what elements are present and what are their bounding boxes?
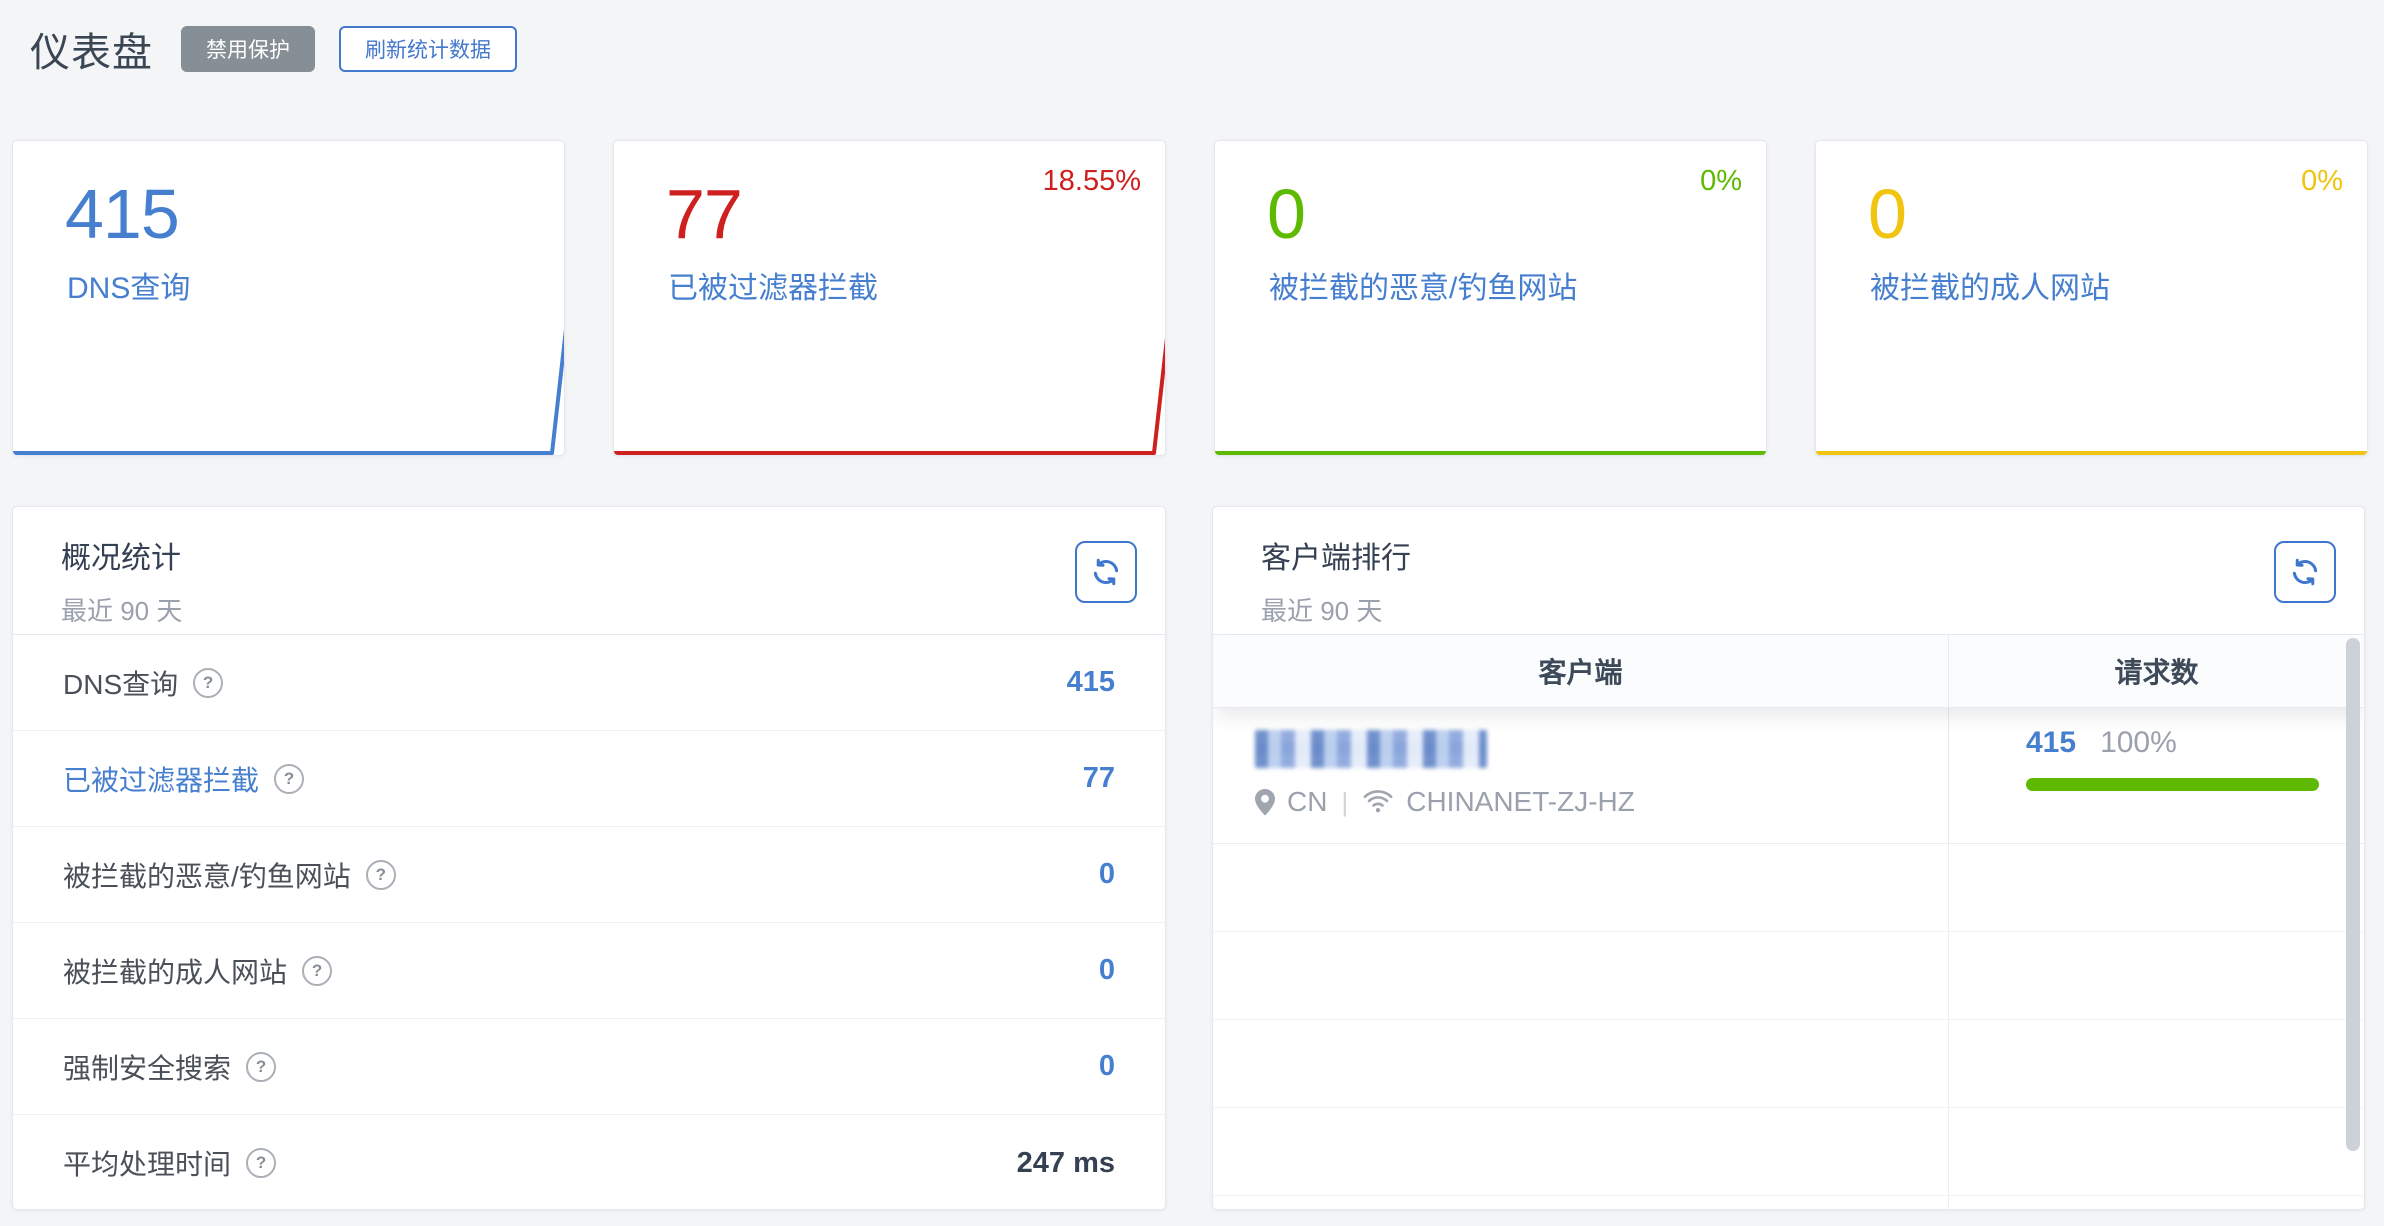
stat-label: DNS查询 — [63, 663, 178, 703]
card-blocked-by-filters: 77 18.55% 已被过滤器拦截 — [613, 140, 1166, 456]
stat-label: 强制安全搜索 — [63, 1047, 231, 1087]
stat-row-blocked-malware: 被拦截的恶意/钓鱼网站 ? 0 — [13, 827, 1165, 923]
help-icon[interactable]: ? — [246, 1148, 276, 1178]
panel-title: 客户端排行 — [1261, 533, 2364, 577]
dashboard-page: 仪表盘 禁用保护 刷新统计数据 415 DNS查询 77 18.55% 已被过滤… — [0, 0, 2384, 1226]
disable-protection-button[interactable]: 禁用保护 — [181, 26, 315, 72]
meta-separator: | — [1339, 787, 1350, 818]
card-label[interactable]: 已被过滤器拦截 — [668, 263, 878, 307]
client-cell: CN | CHINANET-ZJ-HZ — [1213, 708, 1949, 843]
help-icon[interactable]: ? — [246, 1052, 276, 1082]
card-value: 77 — [666, 179, 742, 249]
card-percent: 0% — [1700, 165, 1742, 198]
card-label[interactable]: 被拦截的恶意/钓鱼网站 — [1269, 263, 1577, 307]
client-table-row: CN | CHINANET-ZJ-HZ 415 100% — [1213, 708, 2364, 844]
card-dns-queries: 415 DNS查询 — [12, 140, 565, 456]
client-country: CN — [1287, 786, 1327, 818]
requests-line: 415 100% — [2026, 726, 2319, 760]
stat-row-blocked-by-filters: 已被过滤器拦截 ? 77 — [13, 731, 1165, 827]
panel-header: 概况统计 最近 90 天 — [13, 507, 1165, 635]
stat-label: 被拦截的成人网站 — [63, 951, 287, 991]
empty-cell — [1213, 844, 1949, 931]
wifi-icon — [1362, 790, 1394, 814]
empty-cell — [1213, 1108, 1949, 1195]
location-pin-icon — [1255, 789, 1275, 816]
client-network: CHINANET-ZJ-HZ — [1406, 786, 1635, 818]
card-label[interactable]: 被拦截的成人网站 — [1870, 263, 2110, 307]
client-meta: CN | CHINANET-ZJ-HZ — [1255, 786, 1948, 818]
stat-label: 被拦截的恶意/钓鱼网站 — [63, 855, 351, 895]
empty-table-row — [1213, 844, 2364, 932]
help-icon[interactable]: ? — [193, 668, 223, 698]
empty-table-row — [1213, 1196, 2364, 1210]
table-scrollbar[interactable] — [2346, 638, 2360, 1151]
refresh-icon — [1091, 557, 1121, 587]
card-value: 415 — [65, 179, 179, 249]
stat-row-dns-queries: DNS查询 ? 415 — [13, 635, 1165, 731]
stat-row-safe-search: 强制安全搜索 ? 0 — [13, 1019, 1165, 1115]
stat-label: 平均处理时间 — [63, 1143, 231, 1183]
page-title: 仪表盘 — [30, 20, 153, 78]
card-blocked-adult: 0 0% 被拦截的成人网站 — [1815, 140, 2368, 456]
requests-count[interactable]: 415 — [2026, 726, 2076, 760]
refresh-icon — [2290, 557, 2320, 587]
card-percent: 18.55% — [1043, 165, 1141, 198]
empty-cell — [1213, 1020, 1949, 1107]
stat-value[interactable]: 415 — [1067, 666, 1115, 699]
stat-label[interactable]: 已被过滤器拦截 — [63, 759, 259, 799]
stat-value: 247 ms — [1017, 1147, 1115, 1180]
panel-subtitle: 最近 90 天 — [61, 591, 1165, 628]
card-blocked-malware: 0 0% 被拦截的恶意/钓鱼网站 — [1214, 140, 1767, 456]
card-value: 0 — [1267, 179, 1305, 249]
clients-table-header: 客户端 请求数 — [1213, 635, 2364, 708]
top-clients-panel: 客户端排行 最近 90 天 客户端 请求数 — [1212, 506, 2365, 1210]
empty-table-row — [1213, 1020, 2364, 1108]
panel-header: 客户端排行 最近 90 天 — [1213, 507, 2364, 635]
column-header-client[interactable]: 客户端 — [1213, 635, 1949, 707]
refresh-button[interactable] — [1075, 541, 1137, 603]
card-label[interactable]: DNS查询 — [67, 263, 190, 307]
stat-value[interactable]: 0 — [1099, 1050, 1115, 1083]
requests-cell: 415 100% — [1949, 708, 2364, 843]
help-icon[interactable]: ? — [274, 764, 304, 794]
stat-value[interactable]: 0 — [1099, 954, 1115, 987]
refresh-button[interactable] — [2274, 541, 2336, 603]
empty-cell — [1213, 1196, 1949, 1210]
card-value: 0 — [1868, 179, 1906, 249]
help-icon[interactable]: ? — [302, 956, 332, 986]
client-name-redacted[interactable] — [1255, 730, 1487, 768]
card-percent: 0% — [2301, 165, 2343, 198]
empty-cell — [1213, 932, 1949, 1019]
stat-row-blocked-adult: 被拦截的成人网站 ? 0 — [13, 923, 1165, 1019]
panel-title: 概况统计 — [61, 533, 1165, 577]
requests-percent: 100% — [2100, 726, 2177, 760]
panel-subtitle: 最近 90 天 — [1261, 591, 2364, 628]
empty-table-row — [1213, 932, 2364, 1020]
stat-cards-row: 415 DNS查询 77 18.55% 已被过滤器拦截 0 0% 被拦截的恶意/… — [12, 140, 2368, 456]
help-icon[interactable]: ? — [366, 860, 396, 890]
stat-value[interactable]: 0 — [1099, 858, 1115, 891]
column-header-requests[interactable]: 请求数 — [1949, 635, 2364, 707]
general-statistics-panel: 概况统计 最近 90 天 DNS查询 ? 415 已被过滤器拦截 ? 77 被拦… — [12, 506, 1166, 1210]
stat-row-avg-processing-time: 平均处理时间 ? 247 ms — [13, 1115, 1165, 1210]
empty-table-row — [1213, 1108, 2364, 1196]
page-header: 仪表盘 禁用保护 刷新统计数据 — [30, 20, 517, 78]
requests-progress-bar — [2026, 778, 2319, 791]
refresh-statistics-button[interactable]: 刷新统计数据 — [339, 26, 517, 72]
stat-value[interactable]: 77 — [1083, 762, 1115, 795]
